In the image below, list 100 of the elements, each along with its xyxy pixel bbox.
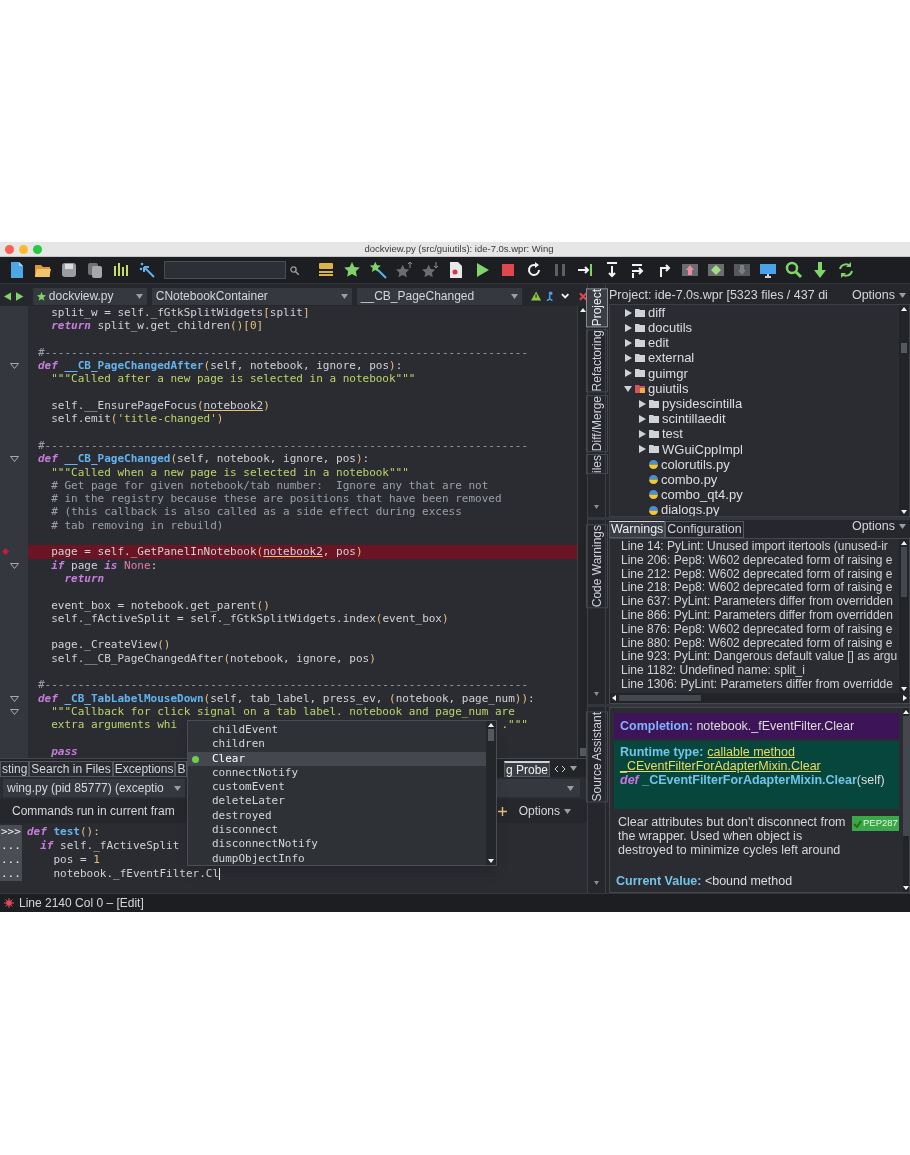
panel-tab[interactable]: Warnings (609, 521, 666, 538)
star-down-icon[interactable] (421, 261, 439, 279)
panel-tab[interactable]: sting (0, 761, 30, 777)
file-dropdown[interactable]: dockview.py (32, 287, 147, 305)
vertical-tab[interactable]: Source Assistant (585, 711, 608, 803)
class-dropdown[interactable]: CNotebookContainer (151, 287, 352, 305)
panel-tab[interactable]: Configuration (665, 521, 744, 538)
warning-item[interactable]: Line 1182: Undefined name: split_i (621, 664, 899, 678)
monitor-icon[interactable] (759, 261, 777, 279)
vertical-tab[interactable]: iles (585, 453, 608, 474)
panel-tab[interactable]: Exceptions (112, 761, 176, 777)
scroll-thumb[interactable] (579, 748, 586, 756)
shell-line[interactable]: notebook._fEventFilter.Cl (22, 867, 221, 881)
warning-item[interactable]: Line 637: PyLint: Parameters differ from overridden (621, 595, 899, 609)
expanded-icon[interactable] (624, 384, 632, 393)
down-arrow-icon[interactable] (733, 261, 751, 279)
collapsed-icon[interactable] (624, 369, 632, 378)
panel-tab[interactable]: Search in Files (29, 761, 113, 777)
star-up-icon[interactable] (395, 261, 413, 279)
pointer-icon[interactable] (138, 261, 156, 279)
options-button[interactable]: Options (518, 802, 571, 820)
warning-item[interactable]: Line 218: Pep8: W602 deprecated form of raising e (621, 581, 899, 596)
record-document-icon[interactable] (447, 261, 465, 279)
scrollbar[interactable] (486, 721, 496, 865)
code-line: # (this callback is also called as a side effect during excess (50, 505, 462, 519)
restart-icon[interactable] (525, 261, 543, 279)
horizontal-scrollbar[interactable] (610, 693, 909, 703)
scrollbar[interactable] (577, 306, 587, 758)
star-pointer-icon[interactable] (369, 261, 387, 279)
code-line: def __CB_PageChangedAfter(self, notebook, ignore, pos): (38, 359, 403, 373)
completion-item[interactable]: Clear (188, 751, 486, 766)
completion-item[interactable]: disconnect (188, 823, 486, 838)
save-icon[interactable] (60, 261, 78, 279)
code-line: # tab removing in rebuild) (50, 518, 224, 533)
diamond-icon[interactable] (707, 261, 725, 279)
type-link[interactable]: _CEventFilterForAdapterMixin.Clear (620, 759, 821, 773)
collapsed-icon[interactable] (624, 323, 632, 332)
shell-line[interactable]: if self._fActiveSplit (22, 839, 180, 853)
scrollbar[interactable] (902, 708, 909, 892)
completion-item[interactable]: dumpObjectInfo (188, 851, 486, 866)
sync-icon[interactable] (837, 261, 855, 279)
panel-tab[interactable]: B (175, 761, 188, 777)
warning-item[interactable]: Line 923: PyLint: Dangerous default value [] as argu (621, 650, 899, 665)
completion-item[interactable]: childEvent (188, 723, 486, 738)
panel-tab[interactable]: g Probe (503, 761, 550, 777)
tree-item[interactable]: combo.py (661, 469, 718, 490)
copy-icon[interactable] (86, 261, 104, 279)
star-icon[interactable] (343, 261, 361, 279)
collapsed-icon[interactable] (638, 399, 646, 408)
code-line: """Callback for click signal on a tab label. notebook and page_num are (50, 704, 515, 719)
completion-item[interactable]: deleteLater (188, 794, 486, 809)
stop-icon[interactable] (499, 261, 517, 279)
window-title: dockview.py (src/guiutils): ide-7.0s.wpr: Wing (363, 241, 554, 256)
scroll-thumb[interactable] (488, 729, 494, 741)
scroll-thumb[interactable] (901, 547, 907, 597)
warning-item[interactable]: Line 876: Pep8: W602 deprecated form of raising e (621, 622, 899, 637)
zoom-search-icon[interactable] (785, 261, 803, 279)
completion-item[interactable]: customEvent (188, 780, 486, 795)
vertical-tab[interactable]: Refactoring (585, 329, 608, 393)
shell-line[interactable]: def test(): (22, 825, 100, 839)
options-button[interactable]: Options (851, 285, 906, 305)
search-field[interactable] (164, 261, 286, 279)
warning-item[interactable]: Line 1306: PyLint: Parameters differ from overridde (621, 677, 899, 692)
vertical-tab[interactable]: Diff/Merge (585, 394, 608, 452)
bar-chart-icon[interactable] (112, 261, 130, 279)
completion-item[interactable]: children (188, 737, 486, 752)
collapsed-icon[interactable] (624, 308, 632, 317)
step-icon[interactable] (577, 261, 595, 279)
pep-badge: PEP287 (852, 816, 899, 831)
python-file-icon (649, 475, 658, 485)
collapsed-icon[interactable] (638, 430, 646, 439)
method-dropdown[interactable]: __CB_PageChanged (356, 287, 522, 305)
scroll-thumb[interactable] (902, 716, 909, 836)
warning-item[interactable]: Line 212: Pep8: W602 deprecated form of raising e (621, 567, 899, 582)
vertical-tab[interactable]: Project (585, 288, 608, 328)
up-arrow-icon[interactable] (681, 261, 699, 279)
warning-item[interactable]: Line 14: PyLint: Unused import itertools (unused-ir (621, 540, 899, 554)
warning-item[interactable]: Line 880: Pep8: W602 deprecated form of raising e (621, 636, 899, 651)
scroll-thumb[interactable] (901, 343, 907, 353)
collapsed-icon[interactable] (624, 354, 632, 363)
shell-line[interactable]: pos = 1 (22, 853, 100, 867)
warning-item[interactable]: Line 206: Pep8: W602 deprecated form of raising e (621, 553, 899, 568)
options-button[interactable]: Options (851, 517, 906, 536)
tree-item[interactable]: pysidescintilla (662, 393, 743, 414)
scrollbar[interactable] (899, 539, 909, 693)
collapsed-icon[interactable] (638, 414, 646, 423)
completion-item[interactable]: destroyed (188, 808, 486, 824)
download-icon[interactable] (811, 261, 829, 279)
shell-prompt: >>> (0, 825, 22, 839)
process-dropdown[interactable]: wing.py (pid 85777) (exceptio (3, 779, 185, 797)
collapsed-icon[interactable] (624, 338, 632, 347)
vertical-tab[interactable]: Code Warnings (585, 524, 608, 609)
warning-item[interactable]: Line 866: PyLint: Parameters differ from overridden (621, 609, 899, 623)
scrollbar[interactable] (899, 305, 909, 516)
completion-item[interactable]: disconnectNotify (188, 837, 486, 852)
type-link[interactable]: callable method (707, 745, 795, 759)
scroll-thumb[interactable] (619, 695, 701, 701)
collapsed-icon[interactable] (638, 445, 646, 454)
completion-item[interactable]: connectNotify (188, 765, 486, 781)
new-file-icon[interactable] (8, 261, 26, 279)
